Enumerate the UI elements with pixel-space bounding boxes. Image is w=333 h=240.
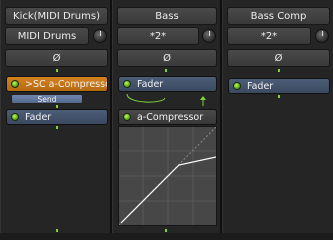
- plugin-active-led[interactable]: [123, 113, 131, 121]
- send-pin: [56, 105, 58, 108]
- strip-name-button[interactable]: Kick(MIDI Drums): [5, 7, 108, 25]
- input-pin: [56, 69, 58, 72]
- mixer-strip-bass: Bass *2* Ø Fader a-Compressor: [112, 0, 222, 233]
- plugin-label: Fader: [137, 79, 164, 90]
- phase-invert-button[interactable]: Ø: [227, 49, 330, 67]
- send-level-control[interactable]: Send: [11, 94, 83, 104]
- phase-invert-button[interactable]: Ø: [117, 49, 217, 67]
- plugin-active-led[interactable]: [11, 80, 19, 88]
- fader-plugin[interactable]: Fader: [6, 109, 108, 125]
- input-button[interactable]: *2*: [117, 27, 199, 45]
- plugin-active-led[interactable]: [233, 82, 241, 90]
- phase-invert-button[interactable]: Ø: [5, 49, 108, 67]
- plugin-active-led[interactable]: [11, 113, 19, 121]
- compressor-transfer-graph[interactable]: [118, 126, 217, 226]
- output-pin: [56, 126, 58, 129]
- output-pin: [278, 95, 280, 98]
- strip-name-button[interactable]: Bass: [117, 7, 217, 25]
- input-pin: [165, 69, 167, 72]
- plugin-label: Fader: [25, 112, 52, 123]
- sidechain-routing-wire: [126, 93, 206, 106]
- input-button[interactable]: *2*: [227, 27, 311, 45]
- strip-name-button[interactable]: Bass Comp: [227, 7, 330, 25]
- transfer-curve: [118, 126, 217, 226]
- sidechain-plugin[interactable]: >SC a-Compressor/In: [6, 76, 108, 92]
- bottom-pin: [56, 229, 58, 232]
- plugin-label: Fader: [247, 81, 274, 92]
- trim-knob[interactable]: [315, 29, 329, 43]
- fader-plugin[interactable]: Fader: [228, 78, 330, 94]
- input-pin: [278, 69, 280, 72]
- plugin-label: >SC a-Compressor/In: [25, 79, 107, 90]
- plugin-label: a-Compressor: [137, 112, 204, 123]
- fader-plugin[interactable]: Fader: [118, 76, 217, 92]
- bottom-pin: [165, 229, 167, 232]
- mixer-strip-kick: Kick(MIDI Drums) MIDI Drums Ø >SC a-Comp…: [0, 0, 112, 233]
- trim-knob[interactable]: [202, 29, 216, 43]
- mixer-strip-bass-comp: Bass Comp *2* Ø Fader: [222, 0, 333, 233]
- compressor-plugin[interactable]: a-Compressor: [118, 109, 217, 125]
- trim-knob[interactable]: [93, 29, 107, 43]
- input-button[interactable]: MIDI Drums: [5, 27, 89, 45]
- plugin-active-led[interactable]: [123, 80, 131, 88]
